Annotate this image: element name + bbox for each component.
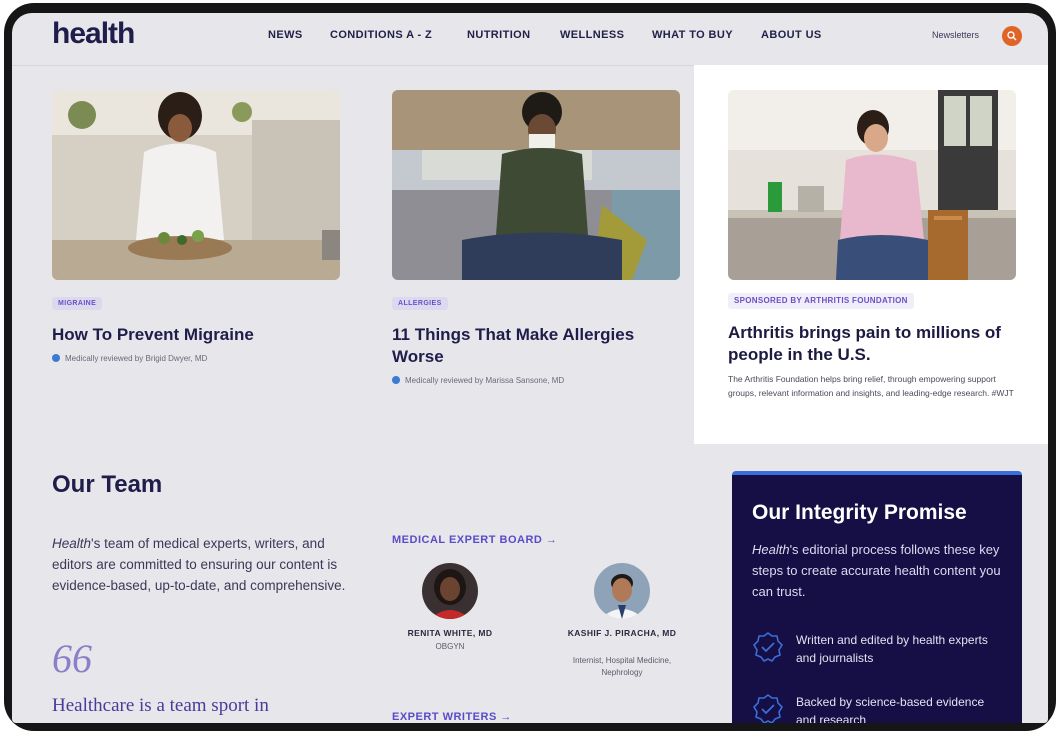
verified-check-icon <box>392 376 400 384</box>
our-team-heading: Our Team <box>52 471 163 498</box>
promise-description: Health's editorial process follows these… <box>752 539 1002 602</box>
promise-text-body: 's editorial process follows these key s… <box>752 542 1001 599</box>
quote-mark-icon: 66 <box>52 636 92 681</box>
badge-check-icon <box>752 632 784 663</box>
sponsored-image[interactable] <box>728 90 1016 280</box>
site-logo[interactable]: health <box>52 17 135 51</box>
card-title-allergies[interactable]: 11 Things That Make Allergies Worse <box>392 324 642 368</box>
card-title-migraine[interactable]: How To Prevent Migraine <box>52 324 342 346</box>
reviewed-line-allergies: Medically reviewed by Marissa Sansone, M… <box>392 376 564 385</box>
search-button[interactable] <box>1002 26 1022 46</box>
sponsored-tag[interactable]: SPONSORED BY ARTHRITIS FOUNDATION <box>728 293 914 309</box>
browser-screen: health NEWS CONDITIONS A - Z NUTRITION W… <box>12 13 1048 723</box>
promise-item-text: Backed by science-based evidence and res… <box>796 695 985 723</box>
team-description: Health's team of medical experts, writer… <box>52 533 352 596</box>
reviewed-text: Medically reviewed by Marissa Sansone, M… <box>405 376 565 385</box>
sponsored-description: The Arthritis Foundation helps bring rel… <box>728 374 1014 398</box>
card-image-allergies[interactable] <box>392 90 680 280</box>
reviewed-text: Medically reviewed by Brigid Dwyer, MD <box>65 354 208 363</box>
promise-item-text: Written and edited by health experts and… <box>796 633 988 665</box>
team-text-brand: Health <box>52 536 92 551</box>
nav-wellness[interactable]: WELLNESS <box>560 29 624 41</box>
newsletters-link[interactable]: Newsletters <box>932 30 979 40</box>
nav-nutrition[interactable]: NUTRITION <box>467 29 530 41</box>
team-text-body: 's team of medical experts, writers, and… <box>52 536 346 593</box>
promise-title: Our Integrity Promise <box>752 501 967 524</box>
tag-migraine[interactable]: MIGRAINE <box>52 297 103 310</box>
team-quote: Healthcare is a team sport in <box>52 695 269 716</box>
reviewed-line-migraine: Medically reviewed by Brigid Dwyer, MD <box>52 354 207 363</box>
sponsored-title[interactable]: Arthritis brings pain to millions of peo… <box>728 322 1018 366</box>
nav-conditions[interactable]: CONDITIONS A - Z <box>330 29 432 41</box>
expert-role-renita: OBGYN <box>435 642 465 651</box>
expert-writers-link[interactable]: EXPERT WRITERS → <box>392 711 512 723</box>
card-image-migraine[interactable] <box>52 90 340 280</box>
verified-check-icon <box>52 354 60 362</box>
badge-check-icon <box>752 694 784 723</box>
nav-what-to-buy[interactable]: WHAT TO BUY <box>652 29 733 41</box>
integrity-promise-panel: Our Integrity Promise Health's editorial… <box>732 471 1022 723</box>
expert-name-renita[interactable]: RENITA WHITE, MD <box>398 627 502 640</box>
medical-expert-board-link[interactable]: MEDICAL EXPERT BOARD → <box>392 534 557 546</box>
promise-text-brand: Health <box>752 542 790 557</box>
nav-news[interactable]: NEWS <box>268 29 303 41</box>
avatar-renita-white[interactable] <box>422 563 478 619</box>
device-frame: health NEWS CONDITIONS A - Z NUTRITION W… <box>4 3 1056 731</box>
sponsored-card[interactable]: SPONSORED BY ARTHRITIS FOUNDATION Arthri… <box>694 65 1048 444</box>
tag-allergies[interactable]: ALLERGIES <box>392 297 448 310</box>
expert-name-kashif[interactable]: KASHIF J. PIRACHA, MD <box>562 627 682 640</box>
nav-about-us[interactable]: ABOUT US <box>761 29 822 41</box>
expert-role-kashif: Internist, Hospital Medicine, Nephrology <box>572 656 672 677</box>
search-icon <box>1007 31 1017 41</box>
avatar-kashif-piracha[interactable] <box>594 563 650 619</box>
